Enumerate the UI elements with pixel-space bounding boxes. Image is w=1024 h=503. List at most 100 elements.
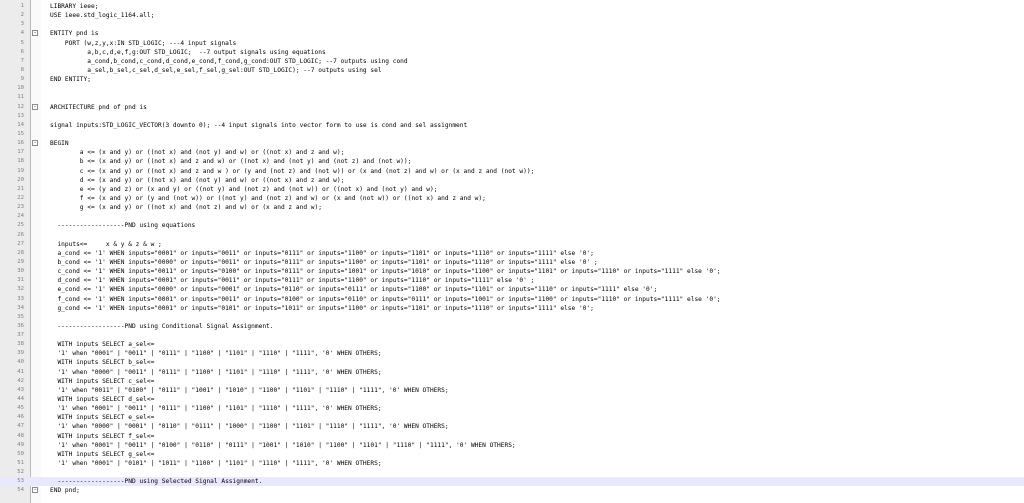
code-line[interactable]: 40 WITH inputs SELECT b_sel<= (0, 358, 1024, 367)
code-line[interactable]: 19 c <= (x and y) or ((not x) and z and … (0, 167, 1024, 176)
line-number: 10 (17, 85, 24, 92)
code-line[interactable]: 45 '1' when "0001" | "0011" | "0111" | "… (0, 404, 1024, 413)
line-number: 27 (17, 240, 24, 247)
code-text: ------------------PND using equations (50, 222, 196, 230)
line-number: 33 (17, 295, 24, 302)
code-text: a_cond,b_cond,c_cond,d_cond,e_cond,f_con… (50, 57, 408, 65)
code-line[interactable]: 34 g_cond <= '1' WHEN inputs="0001" or i… (0, 304, 1024, 313)
code-line[interactable]: 53 ------------------PND using Selected … (0, 477, 1024, 487)
code-line[interactable]: 50 WITH inputs SELECT g_sel<= (0, 450, 1024, 459)
code-line[interactable]: 54 - END pnd; (0, 486, 1024, 495)
code-line[interactable]: 1 LIBRARY ieee; (0, 2, 1024, 11)
code-line[interactable]: 48 WITH inputs SELECT f_sel<= (0, 432, 1024, 441)
code-line[interactable]: 7 a_cond,b_cond,c_cond,d_cond,e_cond,f_c… (0, 57, 1024, 66)
line-number: 12 (17, 103, 24, 110)
code-line[interactable]: 17 a <= (x and y) or ((not x) and (not y… (0, 148, 1024, 157)
code-text: a_cond <= '1' WHEN inputs="0001" or inpu… (50, 249, 594, 257)
code-line[interactable]: 23 g <= (x and y) or ((not x) and (not z… (0, 203, 1024, 212)
code-line[interactable]: 13 (0, 112, 1024, 121)
code-line[interactable]: 32 e_cond <= '1' WHEN inputs="0000" or i… (0, 285, 1024, 294)
code-line[interactable]: 47 '1' when "0000" | "0001" | "0110" | "… (0, 422, 1024, 431)
code-text: WITH inputs SELECT c_sel<= (50, 377, 155, 385)
code-line[interactable]: 41 '1' when "0000" | "0011" | "0111" | "… (0, 368, 1024, 377)
code-line[interactable]: 6 a,b,c,d,e,f,g:OUT STD_LOGIC; --7 outpu… (0, 48, 1024, 57)
code-text: LIBRARY ieee; (50, 3, 99, 10)
code-line[interactable]: 31 d_cond <= '1' WHEN inputs="0001" or i… (0, 276, 1024, 285)
code-line[interactable]: 36 ------------------PND using Condition… (0, 322, 1024, 331)
fold-toggle-icon[interactable]: - (32, 30, 38, 37)
code-text: WITH inputs SELECT a_sel<= (50, 341, 155, 349)
code-line[interactable]: 4 - ENTITY pnd is (0, 29, 1024, 38)
line-number: 42 (17, 377, 24, 384)
code-text: f_cond <= '1' WHEN inputs="0001" or inpu… (50, 295, 721, 303)
code-text: WITH inputs SELECT e_sel<= (50, 414, 155, 422)
code-text: signal inputs:STD_LOGIC_VECTOR(3 downto … (50, 121, 468, 129)
code-line[interactable]: 39 '1' when "0001" | "0011" | "0111" | "… (0, 349, 1024, 358)
line-number: 21 (17, 185, 24, 192)
code-text: a_sel,b_sel,c_sel,d_sel,e_sel,f_sel,g_se… (50, 66, 382, 74)
code-line[interactable]: 33 f_cond <= '1' WHEN inputs="0001" or i… (0, 295, 1024, 304)
code-line[interactable]: 11 (0, 93, 1024, 102)
code-line[interactable]: 27 inputs<= x & y & z & w ; (0, 240, 1024, 249)
code-line[interactable]: 10 (0, 84, 1024, 93)
code-editor[interactable]: 1 LIBRARY ieee; 2 USE ieee.std_logic_1164.a… (0, 0, 1024, 503)
code-line[interactable]: 38 WITH inputs SELECT a_sel<= (0, 340, 1024, 349)
code-line[interactable]: 18 b <= (x and y) or ((not x) and z and … (0, 157, 1024, 166)
code-text: f <= (x and y) or (y and (not w)) or ((n… (50, 194, 486, 202)
code-line[interactable]: 51 '1' when "0001" | "0101" | "1011" | "… (0, 459, 1024, 468)
line-number: 5 (20, 39, 24, 46)
fold-toggle-icon[interactable]: - (32, 140, 38, 147)
code-line[interactable]: 22 f <= (x and y) or (y and (not w)) or … (0, 194, 1024, 203)
code-line[interactable]: 16 - BEGIN (0, 139, 1024, 148)
code-line[interactable]: 21 e <= (y and z) or (x and y) or ((not … (0, 185, 1024, 194)
code-line[interactable]: 3 (0, 20, 1024, 29)
code-line[interactable]: 29 b_cond <= '1' WHEN inputs="0000" or i… (0, 258, 1024, 267)
code-line[interactable]: 52 (0, 468, 1024, 477)
code-line[interactable]: 15 (0, 130, 1024, 139)
code-line[interactable]: 2 USE ieee.std_logic_1164.all; (0, 11, 1024, 20)
line-number: 38 (17, 341, 24, 348)
code-text: ------------------PND using Selected Sig… (50, 478, 263, 486)
code-text: WITH inputs SELECT f_sel<= (50, 432, 155, 440)
code-text: a <= (x and y) or ((not x) and (not y) a… (50, 149, 345, 157)
fold-toggle-icon[interactable]: - (32, 103, 38, 110)
line-number: 4 (20, 30, 24, 37)
code-text: g <= (x and y) or ((not x) and (not z) a… (50, 204, 322, 212)
code-text: ENTITY pnd is (50, 30, 99, 38)
line-number: 52 (17, 469, 24, 476)
line-number: 9 (20, 76, 24, 83)
code-line[interactable]: 8 a_sel,b_sel,c_sel,d_sel,e_sel,f_sel,g_… (0, 66, 1024, 75)
code-line[interactable]: 49 '1' when "0001" | "0011" | "0100" | "… (0, 441, 1024, 450)
code-line[interactable]: 26 (0, 231, 1024, 240)
code-text: '1' when "0000" | "0001" | "0110" | "011… (50, 423, 449, 431)
code-line[interactable]: 46 WITH inputs SELECT e_sel<= (0, 413, 1024, 422)
code-line[interactable]: 24 (0, 212, 1024, 221)
code-line[interactable]: 30 c_cond <= '1' WHEN inputs="0011" or i… (0, 267, 1024, 276)
code-line[interactable]: 9 END ENTITY; (0, 75, 1024, 84)
code-text: WITH inputs SELECT b_sel<= (50, 359, 155, 367)
code-text: USE ieee.std_logic_1164.all; (50, 12, 155, 20)
code-line[interactable]: 43 '1' when "0011" | "0100" | "0111" | "… (0, 386, 1024, 395)
line-number: 6 (20, 48, 24, 55)
line-number: 20 (17, 176, 24, 183)
fold-toggle-icon[interactable]: - (32, 487, 38, 494)
code-text: e <= (y and z) or (x and y) or ((not y) … (50, 185, 438, 193)
line-number: 47 (17, 423, 24, 430)
code-text: END pnd; (50, 487, 80, 495)
code-line[interactable]: 35 (0, 313, 1024, 322)
code-line[interactable]: 12 - ARCHITECTURE pnd of pnd is (0, 103, 1024, 112)
code-line[interactable]: 42 WITH inputs SELECT c_sel<= (0, 377, 1024, 386)
code-line[interactable]: 44 WITH inputs SELECT d_sel<= (0, 395, 1024, 404)
code-line[interactable]: 5 PORT (w,z,y,x:IN STD_LOGIC; ---4 input… (0, 39, 1024, 48)
line-number: 29 (17, 258, 24, 265)
code-text: ARCHITECTURE pnd of pnd is (50, 103, 147, 111)
code-line[interactable]: 37 (0, 331, 1024, 340)
code-line[interactable]: 28 a_cond <= '1' WHEN inputs="0001" or i… (0, 249, 1024, 258)
code-text: d <= (x and y) or ((not x) and (not y) a… (50, 176, 345, 184)
code-line[interactable]: 14 signal inputs:STD_LOGIC_VECTOR(3 downt… (0, 121, 1024, 130)
line-number: 28 (17, 249, 24, 256)
line-number: 30 (17, 268, 24, 275)
code-line[interactable]: 25 ------------------PND using equations (0, 221, 1024, 230)
line-number: 1 (20, 3, 24, 9)
code-line[interactable]: 20 d <= (x and y) or ((not x) and (not y… (0, 176, 1024, 185)
